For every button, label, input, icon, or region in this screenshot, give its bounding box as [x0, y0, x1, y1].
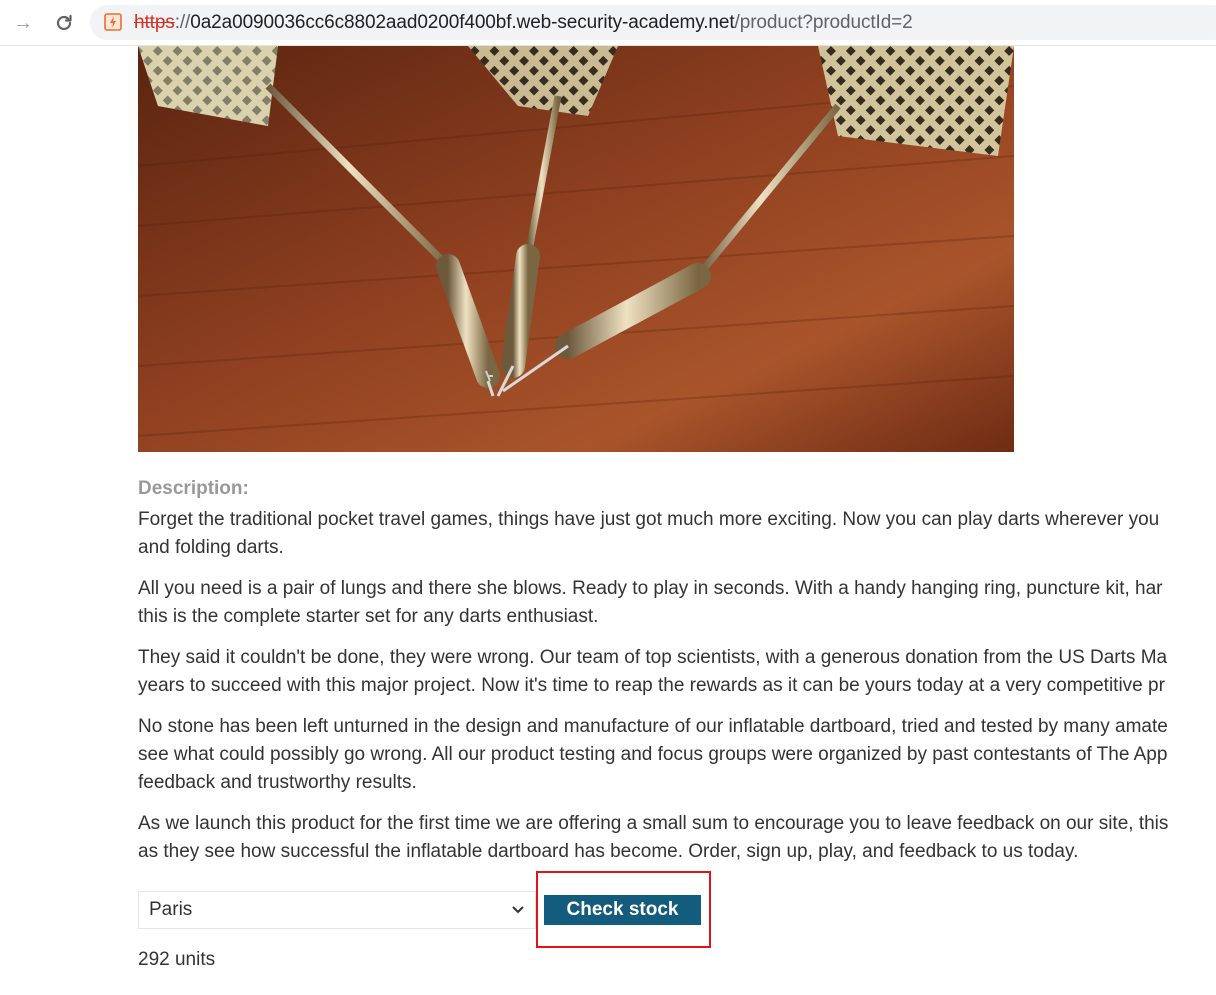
url-path: /product?productId=2 — [734, 12, 913, 33]
description-line: this is the complete starter set for any… — [138, 606, 599, 627]
check-stock-button[interactable]: Check stock — [544, 895, 701, 925]
chevron-down-icon — [512, 906, 524, 914]
description-line: They said it couldn't be done, they were… — [138, 647, 1168, 668]
description-line: No stone has been left unturned in the d… — [138, 716, 1168, 737]
stock-result: 292 units — [138, 949, 216, 970]
description-label: Description: — [138, 478, 249, 499]
url-scheme: https — [134, 12, 175, 33]
product-image — [138, 46, 1014, 452]
reload-icon[interactable] — [48, 8, 80, 38]
description-line: Forget the traditional pocket travel gam… — [138, 509, 1160, 530]
browser-toolbar: → https://0a2a0090036cc6c8802aad0200f400… — [0, 0, 1216, 46]
product-description: Forget the traditional pocket travel gam… — [138, 506, 1216, 879]
address-bar[interactable]: https://0a2a0090036cc6c8802aad0200f400bf… — [90, 5, 1216, 40]
description-line: see what could possibly go wrong. All ou… — [138, 744, 1168, 765]
store-select[interactable]: Paris — [138, 891, 536, 929]
description-line: All you need is a pair of lungs and ther… — [138, 578, 1163, 599]
description-line: and folding darts. — [138, 537, 284, 558]
url-text: https://0a2a0090036cc6c8802aad0200f400bf… — [134, 12, 913, 34]
description-paragraph: Forget the traditional pocket travel gam… — [138, 506, 1216, 562]
description-line: years to succeed with this major project… — [138, 675, 1165, 696]
store-select-value: Paris — [149, 899, 193, 920]
description-line: feedback and trustworthy results. — [138, 772, 417, 793]
description-paragraph: All you need is a pair of lungs and ther… — [138, 575, 1216, 631]
url-separator: :// — [174, 12, 191, 33]
forward-arrow-icon[interactable]: → — [10, 10, 36, 36]
description-paragraph: As we launch this product for the first … — [138, 810, 1216, 866]
lab-site-icon — [104, 13, 122, 31]
description-line: as they see how successful the inflatabl… — [138, 841, 1079, 862]
description-line: As we launch this product for the first … — [138, 813, 1169, 834]
description-paragraph: No stone has been left unturned in the d… — [138, 713, 1216, 797]
description-paragraph: They said it couldn't be done, they were… — [138, 644, 1216, 700]
url-host: 0a2a0090036cc6c8802aad0200f400bf.web-sec… — [190, 12, 735, 33]
